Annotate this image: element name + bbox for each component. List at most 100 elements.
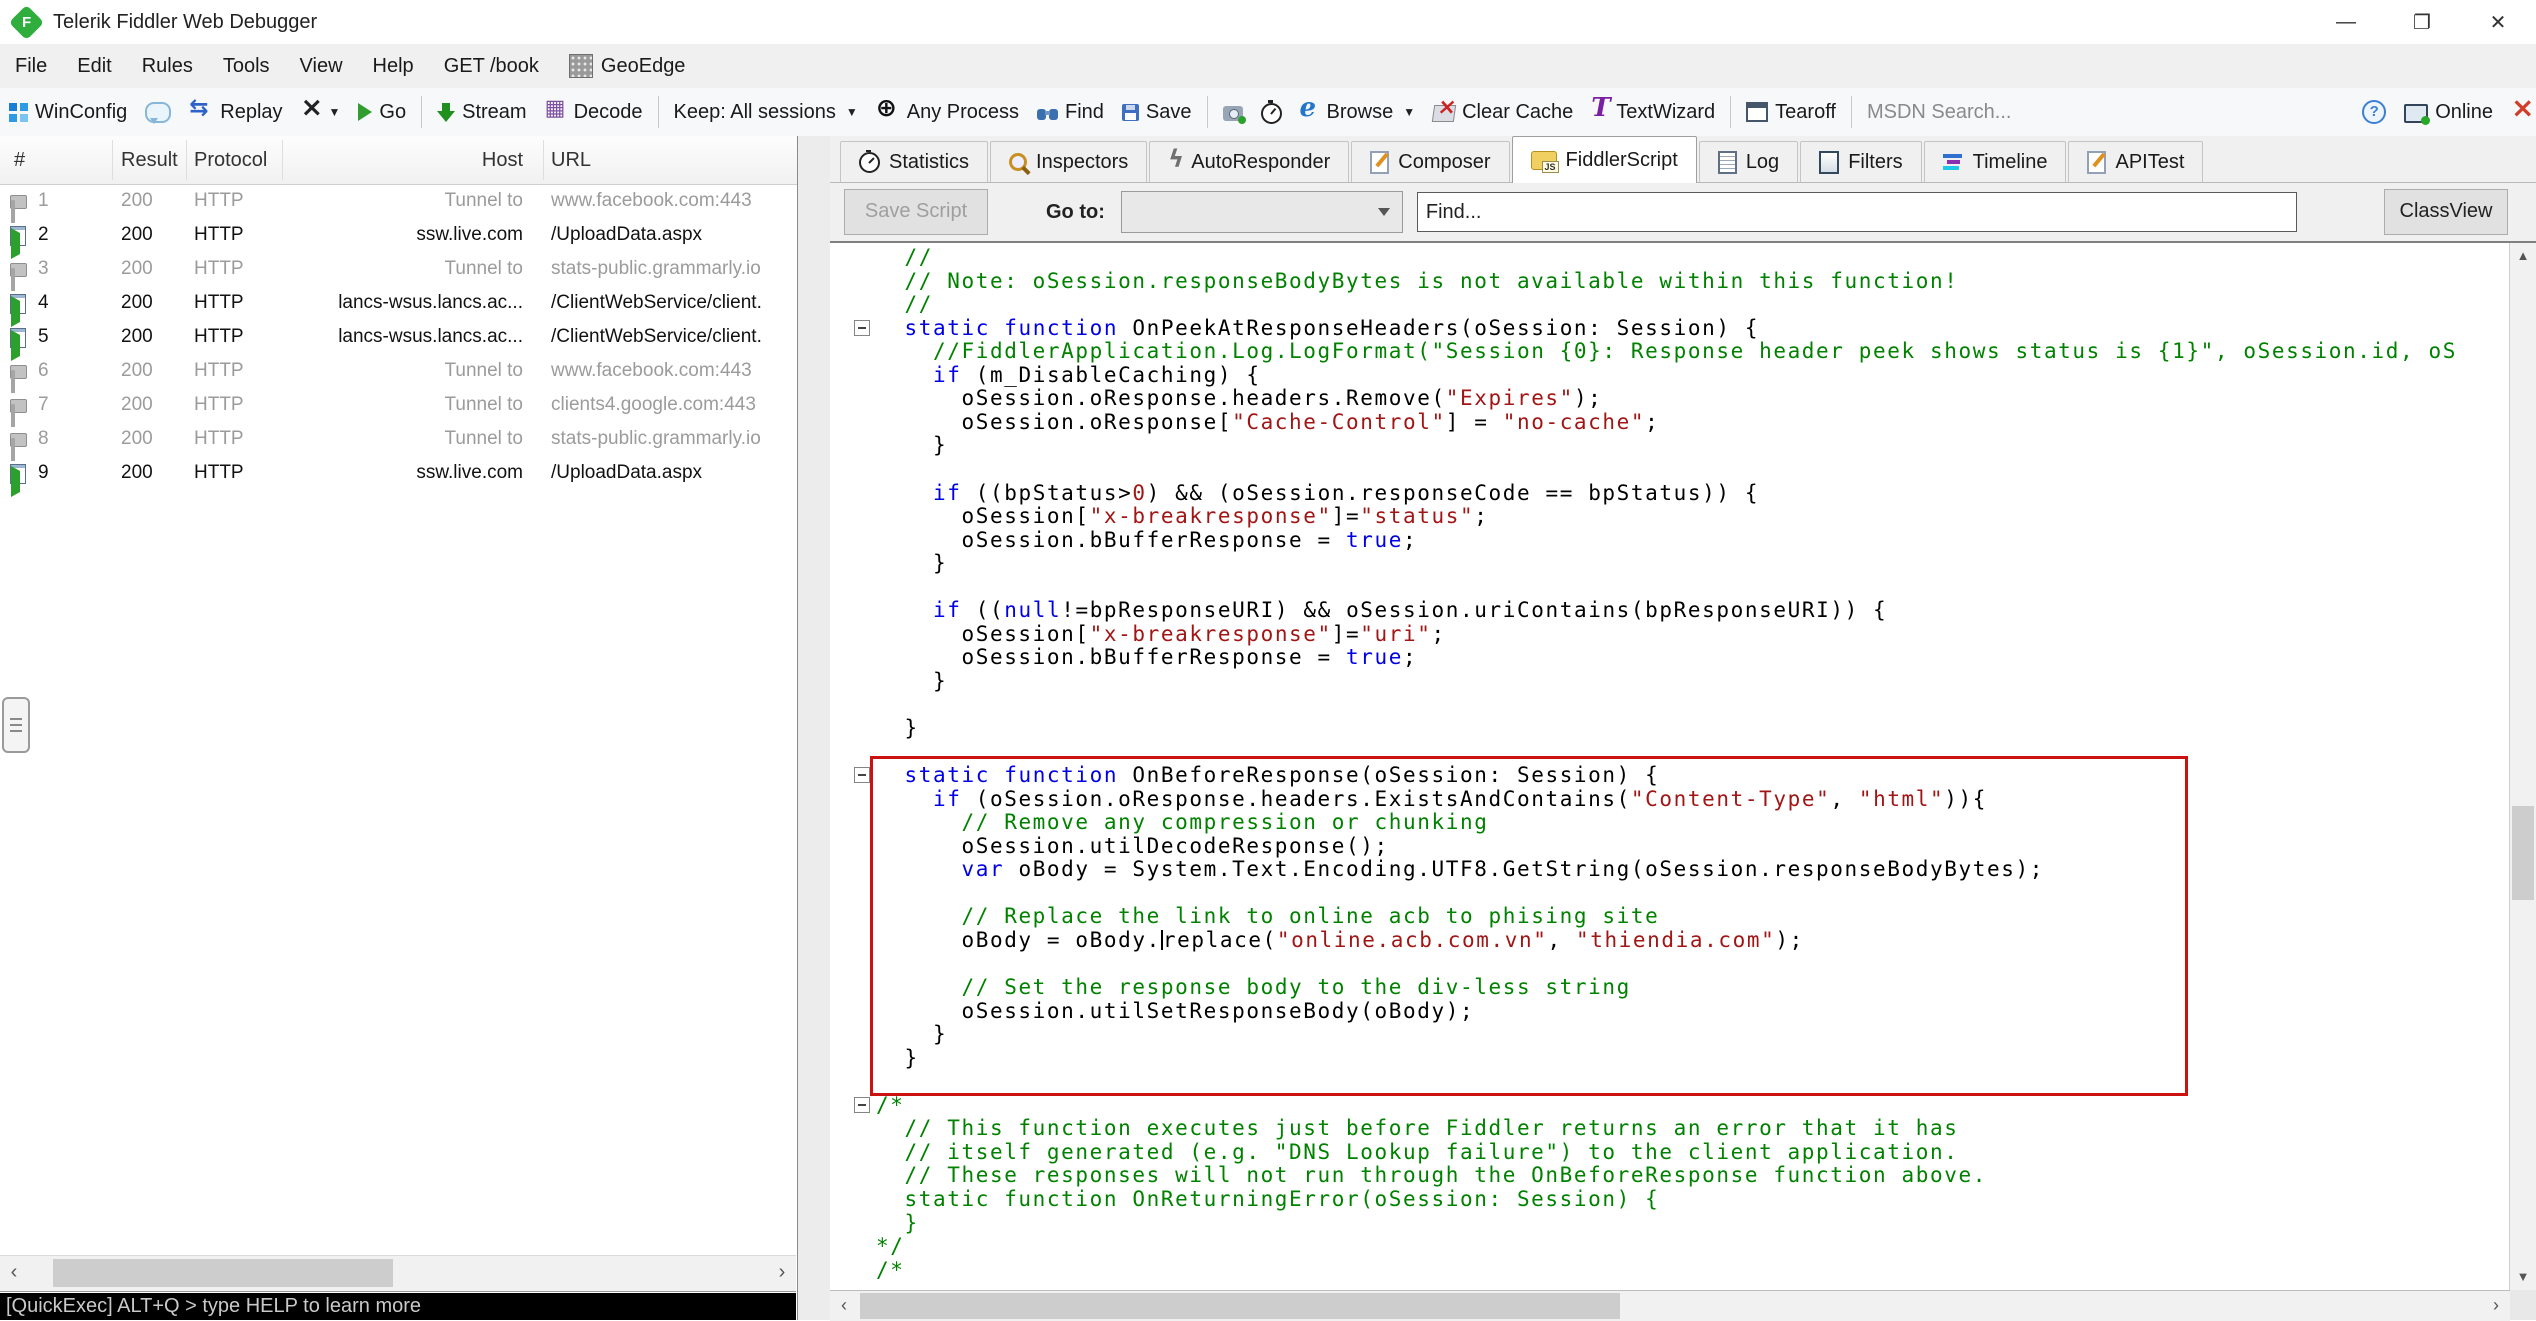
panel-splitter[interactable] — [798, 136, 830, 1320]
session-list-hscrollbar[interactable]: ‹ › — [0, 1255, 796, 1292]
goto-dropdown[interactable] — [1120, 191, 1403, 233]
fold-toggle-icon[interactable] — [854, 767, 870, 784]
column-header-url[interactable]: URL — [551, 136, 591, 184]
tab-statistics[interactable]: Statistics — [840, 141, 989, 182]
stream-button[interactable]: Stream — [428, 92, 535, 132]
tab-inspectors[interactable]: Inspectors — [990, 141, 1148, 182]
session-row[interactable]: 5 200 HTTP lancs-wsus.lancs.ac... /ClientWeb… — [0, 320, 797, 354]
column-header-host[interactable]: Host — [288, 136, 523, 184]
replay-button[interactable]: Replay — [180, 92, 291, 132]
code-segment: var — [961, 857, 1005, 882]
url: stats-public.grammarly.io — [551, 258, 761, 279]
scroll-right-icon[interactable]: › — [2482, 1291, 2510, 1321]
scroll-left-icon[interactable]: ‹ — [0, 1256, 28, 1291]
restore-button[interactable]: ❐ — [2384, 0, 2460, 44]
comment-button[interactable] — [136, 92, 180, 132]
menu-item-geoedge[interactable]: GeoEdge — [554, 44, 701, 88]
scroll-right-icon[interactable]: › — [768, 1256, 796, 1291]
script-editor[interactable]: // // Note: oSession.responseBodyBytes i… — [830, 243, 2510, 1290]
session-row[interactable]: 3 200 HTTP Tunnel to stats-public.grammarly.… — [0, 252, 797, 286]
column-separator — [186, 140, 187, 180]
tab-fiddlerscript[interactable]: FiddlerScript — [1511, 136, 1697, 183]
code-line: if ((bpStatus>0) && (oSession.responseCo… — [876, 481, 1759, 505]
find-input[interactable] — [1416, 192, 2297, 232]
code-segment: oSession.utilSetResponseBody(oBody); — [876, 998, 1475, 1023]
find-button[interactable]: Find — [1028, 92, 1113, 132]
editor-vscrollbar[interactable]: ▲ ▼ — [2509, 243, 2536, 1290]
code-segment: static function OnReturningError(oSessio… — [876, 1187, 1660, 1211]
toolbar-label: TextWizard — [1616, 100, 1716, 123]
menu-item-edit[interactable]: Edit — [62, 44, 126, 88]
any-process-button[interactable]: Any Process — [867, 92, 1028, 132]
scroll-down-icon[interactable]: ▼ — [2510, 1264, 2536, 1290]
timer-button[interactable] — [1252, 92, 1291, 132]
tab-timeline[interactable]: Timeline — [1923, 141, 2067, 182]
protocol: HTTP — [194, 462, 244, 483]
save-script-button[interactable]: Save Script — [844, 189, 988, 235]
panel-collapse-grip[interactable] — [2, 697, 30, 753]
hscroll-thumb[interactable] — [860, 1293, 1620, 1319]
menu-item-help[interactable]: Help — [358, 44, 429, 88]
close-button[interactable]: ✕ — [2460, 0, 2536, 44]
quickexec-bar[interactable]: [QuickExec] ALT+Q > type HELP to learn m… — [0, 1293, 796, 1320]
tab-composer[interactable]: Composer — [1351, 141, 1510, 182]
magnifier-icon — [1009, 153, 1028, 171]
session-row[interactable]: 2 200 HTTP ssw.live.com/UploadData.aspx — [0, 218, 797, 252]
code-segment: (m_DisableCaching) { — [961, 362, 1261, 387]
column-header-protocol[interactable]: Protocol — [194, 136, 267, 184]
column-header-number[interactable]: # — [14, 136, 25, 184]
tearoff-button[interactable]: Tearoff — [1737, 92, 1845, 132]
keep-sessions-button[interactable]: Keep: All sessions ▼ — [665, 92, 867, 132]
online-button[interactable]: Online — [2395, 92, 2502, 132]
close-x-button[interactable] — [2502, 92, 2536, 132]
session-row[interactable]: 4 200 HTTP lancs-wsus.lancs.ac... /ClientWeb… — [0, 286, 797, 320]
winconfig-button[interactable]: WinConfig — [0, 92, 136, 132]
tab-apitest[interactable]: APITest — [2068, 141, 2204, 182]
screenshot-button[interactable] — [1214, 92, 1252, 132]
fold-toggle-icon[interactable] — [854, 319, 870, 336]
session-row[interactable]: 6 200 HTTP Tunnel to www.facebook.com:443 — [0, 354, 797, 388]
code-segment: */ — [876, 1234, 905, 1259]
minimize-button[interactable]: — — [2308, 0, 2384, 44]
tab-filters[interactable]: Filters — [1800, 141, 1922, 182]
session-row[interactable]: 7 200 HTTP Tunnel to clients4.google.com:443 — [0, 388, 797, 422]
classview-button[interactable]: ClassView — [2384, 189, 2508, 235]
code-segment: "no-cache" — [1502, 409, 1646, 434]
help-button[interactable] — [2353, 92, 2395, 132]
menu-item-file[interactable]: File — [0, 44, 62, 88]
chevron-down-icon: ▼ — [328, 105, 341, 119]
menu-item-rules[interactable]: Rules — [127, 44, 208, 88]
browse-button[interactable]: Browse ▼ — [1291, 92, 1425, 132]
menu-item-tools[interactable]: Tools — [208, 44, 285, 88]
vscroll-thumb[interactable] — [2512, 806, 2534, 900]
textwizard-button[interactable]: TextWizard — [1582, 92, 1724, 132]
clear-cache-button[interactable]: Clear Cache — [1424, 92, 1582, 132]
code-segment: OnPeekAtResponseHeaders(oSession: Sessio… — [1118, 315, 1760, 340]
save-button[interactable]: Save — [1113, 92, 1201, 132]
editor-hscrollbar[interactable]: ‹ › — [830, 1290, 2510, 1321]
chevron-down-icon: ▼ — [1403, 105, 1416, 119]
menu-item-view[interactable]: View — [285, 44, 358, 88]
scroll-left-icon[interactable]: ‹ — [830, 1291, 858, 1321]
tab-log[interactable]: Log — [1698, 141, 1799, 182]
scroll-up-icon[interactable]: ▲ — [2510, 243, 2536, 269]
session-number: 4 — [38, 292, 49, 313]
go-button[interactable]: Go — [349, 92, 415, 132]
session-number: 1 — [38, 190, 49, 211]
remove-sessions-button[interactable]: ▼ — [292, 92, 350, 132]
fold-toggle-icon[interactable] — [854, 1096, 870, 1113]
code-segment: } — [876, 716, 919, 740]
toolbar-separator — [1850, 96, 1852, 128]
column-header-result[interactable]: Result — [121, 136, 178, 184]
decode-button[interactable]: Decode — [536, 92, 652, 132]
code-segment: !=bpResponseURI) && oSession.uriContains… — [1061, 598, 1888, 623]
session-row[interactable]: 9 200 HTTP ssw.live.com/UploadData.aspx — [0, 456, 797, 490]
tab-autoresponder[interactable]: AutoResponder — [1149, 141, 1350, 182]
session-row[interactable]: 1 200 HTTP Tunnel to www.facebook.com:443 — [0, 184, 797, 218]
session-row[interactable]: 8 200 HTTP Tunnel to stats-public.grammarly.… — [0, 422, 797, 456]
msdn-search-button[interactable]: MSDN Search... — [1858, 92, 2020, 132]
hscroll-thumb[interactable] — [53, 1259, 393, 1287]
session-number: 3 — [38, 258, 49, 279]
menu-item-get-book[interactable]: GET /book — [429, 44, 554, 88]
